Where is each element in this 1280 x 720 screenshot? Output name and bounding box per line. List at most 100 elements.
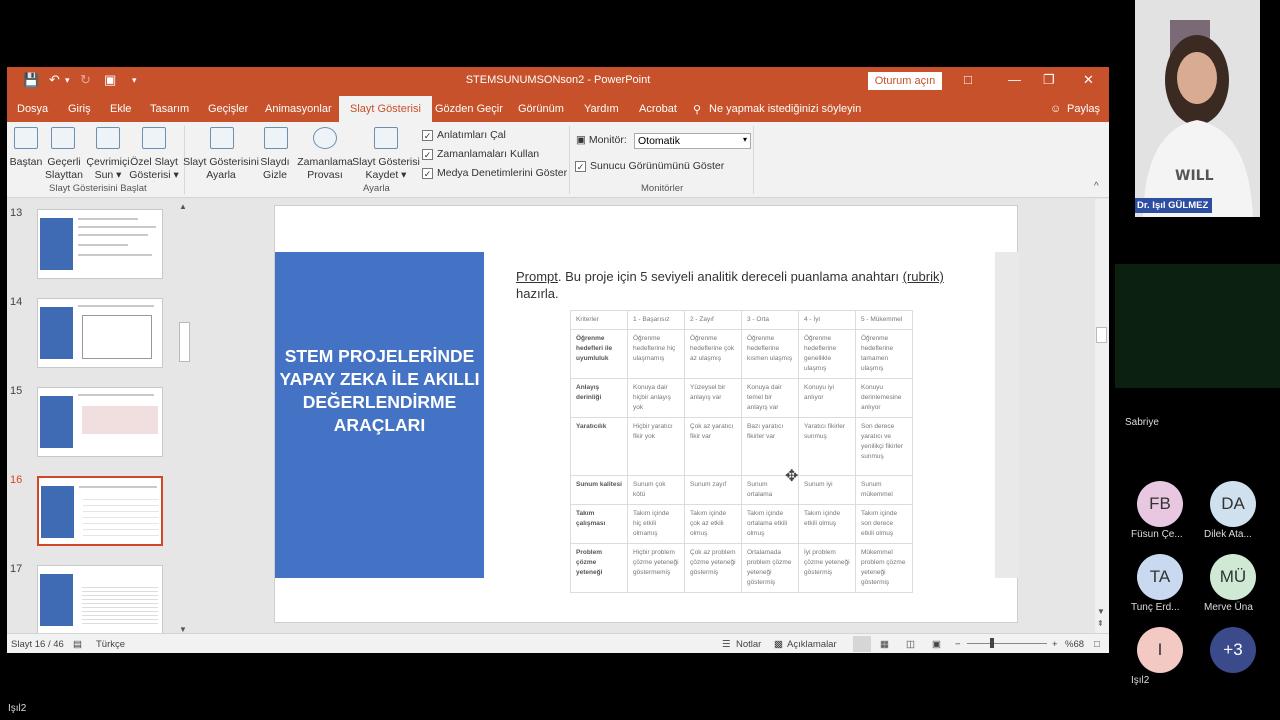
rubric-cell: Takım içinde son derece etkili olmuş: [855, 504, 913, 544]
participant-avatar[interactable]: FB: [1137, 481, 1183, 527]
slide-thumbnail-16[interactable]: [37, 476, 163, 546]
thumbnails-scrollbar[interactable]: ▲ ▼: [178, 200, 192, 636]
participant-avatar[interactable]: MÜ: [1210, 554, 1256, 600]
share-button[interactable]: Paylaş: [1067, 103, 1100, 115]
language-indicator[interactable]: Türkçe: [96, 639, 125, 650]
thumbnail-table: [83, 494, 159, 540]
from-beginning-label: Baştan: [9, 156, 43, 168]
hide-slide-button[interactable]: Slaydı Gizle: [257, 156, 293, 182]
slide-thumbnail-14[interactable]: [37, 298, 163, 368]
zoom-slider[interactable]: [967, 643, 1047, 644]
collapse-ribbon-icon[interactable]: ^: [1094, 181, 1099, 192]
show-media-controls-checkbox[interactable]: ✓ Medya Denetimlerini Göster: [422, 167, 567, 179]
scroll-up-icon[interactable]: ▲: [179, 202, 187, 211]
slide-thumbnail-17[interactable]: [37, 565, 163, 635]
setup-show-button[interactable]: Slayt Gösterisini Ayarla: [183, 156, 259, 182]
tab-slideshow[interactable]: Slayt Gösterisi: [339, 96, 432, 122]
rubric-cell: Öğrenme hedeflerine kısmen ulaşmış: [741, 329, 799, 379]
tab-help[interactable]: Yardım: [584, 103, 619, 115]
use-timings-checkbox[interactable]: ✓ Zamanlamaları Kullan: [422, 148, 539, 160]
window-title: STEMSUNUMSONson2 - PowerPoint: [465, 74, 651, 86]
monitor-select[interactable]: Otomatik ▾: [634, 133, 751, 149]
rubric-header-cell: 4 - İyi: [798, 310, 856, 330]
rubric-cell: Öğrenme hedeflerine genellikle ulaşmış: [798, 329, 856, 379]
prev-slide-icon[interactable]: ⇞: [1097, 619, 1104, 628]
zoom-slider-thumb[interactable]: [990, 638, 994, 648]
thumbnail-number-selected: 16: [10, 474, 23, 486]
tab-view[interactable]: Görünüm: [518, 103, 564, 115]
rubric-cell: Öğrenme hedeflerine çok az ulaşmış: [684, 329, 742, 379]
presenter-view-checkbox[interactable]: ✓ Sunucu Görünümünü Göster: [575, 160, 724, 172]
slide-thumbnail-15[interactable]: [37, 387, 163, 457]
from-current-button[interactable]: Geçerli Slayttan: [41, 156, 87, 182]
slide-prompt-text[interactable]: Prompt. Bu proje için 5 seviyeli analiti…: [516, 268, 946, 302]
tab-insert[interactable]: Ekle: [110, 103, 131, 115]
tab-review[interactable]: Gözden Geçir: [435, 103, 503, 115]
slide-sorter-icon[interactable]: ▦: [880, 639, 889, 650]
minimize-icon[interactable]: —: [1008, 72, 1021, 87]
comments-button[interactable]: Açıklamalar: [787, 639, 837, 650]
participant-avatar[interactable]: DA: [1210, 481, 1256, 527]
tab-animations[interactable]: Animasyonlar: [265, 103, 332, 115]
rubric-header-row: Kriterler 1 - Başarısız 2 - Zayıf 3 - Orta 4…: [570, 310, 913, 330]
rubric-table[interactable]: Kriterler 1 - Başarısız 2 - Zayıf 3 - Orta 4…: [570, 310, 913, 593]
rubric-cell: Yüzeysel bir anlayış var: [684, 378, 742, 418]
participant-avatar[interactable]: TA: [1137, 554, 1183, 600]
thumbnail-line: [78, 234, 148, 236]
start-group-label: Slayt Gösterisini Başlat: [49, 183, 147, 194]
participant-avatar[interactable]: I: [1137, 627, 1183, 673]
notes-button[interactable]: Notlar: [736, 639, 761, 650]
spellcheck-icon[interactable]: ▤: [73, 639, 82, 650]
present-online-button[interactable]: Çevrimiçi Sun ▾: [85, 156, 131, 182]
participant-name: Dilek Ata...: [1204, 529, 1252, 540]
slide-scrollbar[interactable]: ▼ ⇞: [1095, 199, 1109, 636]
from-beginning-button[interactable]: Baştan: [9, 156, 43, 169]
rubric-row: Problem çözme yeteneği Hiçbir problem çöz…: [570, 543, 913, 593]
fit-slide-icon[interactable]: □: [1094, 639, 1100, 650]
rubric-cell: Sunum iyi: [798, 475, 856, 505]
zoom-in-icon[interactable]: +: [1052, 639, 1058, 650]
zoom-level[interactable]: %68: [1065, 639, 1084, 650]
present-online-icon: [96, 127, 120, 149]
rubric-criterion-cell: Yaratıcılık: [570, 417, 628, 476]
tab-home[interactable]: Giriş: [68, 103, 91, 115]
close-icon[interactable]: ✕: [1083, 72, 1094, 88]
scroll-thumb[interactable]: [179, 322, 190, 362]
custom-show-button[interactable]: Özel Slayt Gösterisi ▾: [129, 156, 179, 182]
tab-transitions[interactable]: Geçişler: [208, 103, 248, 115]
rubric-cell: Çok az yaratıcı fikir var: [684, 417, 742, 476]
restore-icon[interactable]: ❐: [1043, 72, 1055, 88]
normal-view-icon[interactable]: [853, 636, 871, 652]
setup-show-label-2: Ayarla: [206, 169, 236, 181]
rehearse-timings-button[interactable]: Zamanlama Provası: [296, 156, 354, 182]
tell-me-search[interactable]: Ne yapmak istediğinizi söyleyin: [709, 103, 861, 115]
svg-text:WILL: WILL: [1175, 168, 1214, 184]
slide-side-panel: [995, 252, 1019, 578]
signin-button[interactable]: Oturum açın: [868, 72, 942, 90]
record-show-label-2: Kaydet ▾: [365, 169, 407, 181]
tab-acrobat[interactable]: Acrobat: [639, 103, 677, 115]
rubric-cell: Öğrenme hedeflerine tamamen ulaşmış: [855, 329, 913, 379]
monitor-select-value: Otomatik: [638, 135, 681, 147]
ribbon-display-icon[interactable]: □: [964, 72, 972, 87]
rehearse-timings-label-2: Provası: [307, 169, 343, 181]
record-show-button[interactable]: Slayt Gösterisi Kaydet ▾: [352, 156, 420, 182]
slideshow-view-icon[interactable]: ▣: [932, 639, 941, 650]
tab-file[interactable]: Dosya: [17, 103, 48, 115]
participant-avatar[interactable]: +3: [1210, 627, 1256, 673]
play-narrations-label: Anlatımları Çal: [437, 129, 506, 141]
play-narrations-checkbox[interactable]: ✓ Anlatımları Çal: [422, 129, 506, 141]
scroll-down-icon[interactable]: ▼: [1097, 607, 1105, 616]
reading-view-icon[interactable]: ◫: [906, 639, 915, 650]
zoom-out-icon[interactable]: −: [955, 639, 961, 650]
slide-canvas[interactable]: STEM PROJELERİNDE YAPAY ZEKA İLE AKILLI …: [274, 205, 1019, 623]
setup-show-icon: [210, 127, 234, 149]
thumbnail-line: [78, 244, 128, 246]
hide-slide-icon: [264, 127, 288, 149]
slide-title-box[interactable]: STEM PROJELERİNDE YAPAY ZEKA İLE AKILLI …: [275, 252, 484, 578]
slide-thumbnail-13[interactable]: [37, 209, 163, 279]
rubric-cell: Sunum zayıf: [684, 475, 742, 505]
tab-design[interactable]: Tasarım: [150, 103, 189, 115]
rubric-cell: Çok az problem çözme yeteneği göstermiş: [684, 543, 742, 593]
scroll-thumb[interactable]: [1096, 327, 1107, 343]
